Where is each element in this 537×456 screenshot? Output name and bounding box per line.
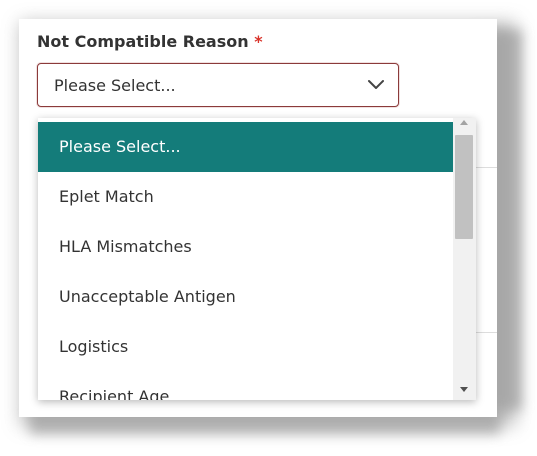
- option-list: Please Select... Eplet Match HLA Mismatc…: [38, 122, 453, 400]
- scroll-down-arrow-icon[interactable]: [460, 387, 468, 392]
- dropdown-scrollbar[interactable]: [453, 118, 476, 400]
- not-compatible-reason-select[interactable]: Please Select...: [37, 63, 399, 107]
- scroll-up-arrow-icon[interactable]: [460, 120, 468, 125]
- field-label: Not Compatible Reason *: [37, 32, 263, 51]
- options-dropdown: Please Select... Eplet Match HLA Mismatc…: [38, 118, 476, 400]
- required-marker: *: [254, 32, 263, 51]
- option-hla-mismatches[interactable]: HLA Mismatches: [38, 222, 453, 272]
- chevron-down-icon[interactable]: [366, 77, 386, 93]
- option-unacceptable-antigen[interactable]: Unacceptable Antigen: [38, 272, 453, 322]
- field-label-text: Not Compatible Reason: [37, 32, 249, 51]
- select-current-value: Please Select...: [54, 76, 176, 95]
- scroll-thumb[interactable]: [455, 135, 473, 239]
- option-please-select[interactable]: Please Select...: [38, 122, 453, 172]
- option-recipient-age[interactable]: Recipient Age: [38, 372, 453, 400]
- option-eplet-match[interactable]: Eplet Match: [38, 172, 453, 222]
- option-logistics[interactable]: Logistics: [38, 322, 453, 372]
